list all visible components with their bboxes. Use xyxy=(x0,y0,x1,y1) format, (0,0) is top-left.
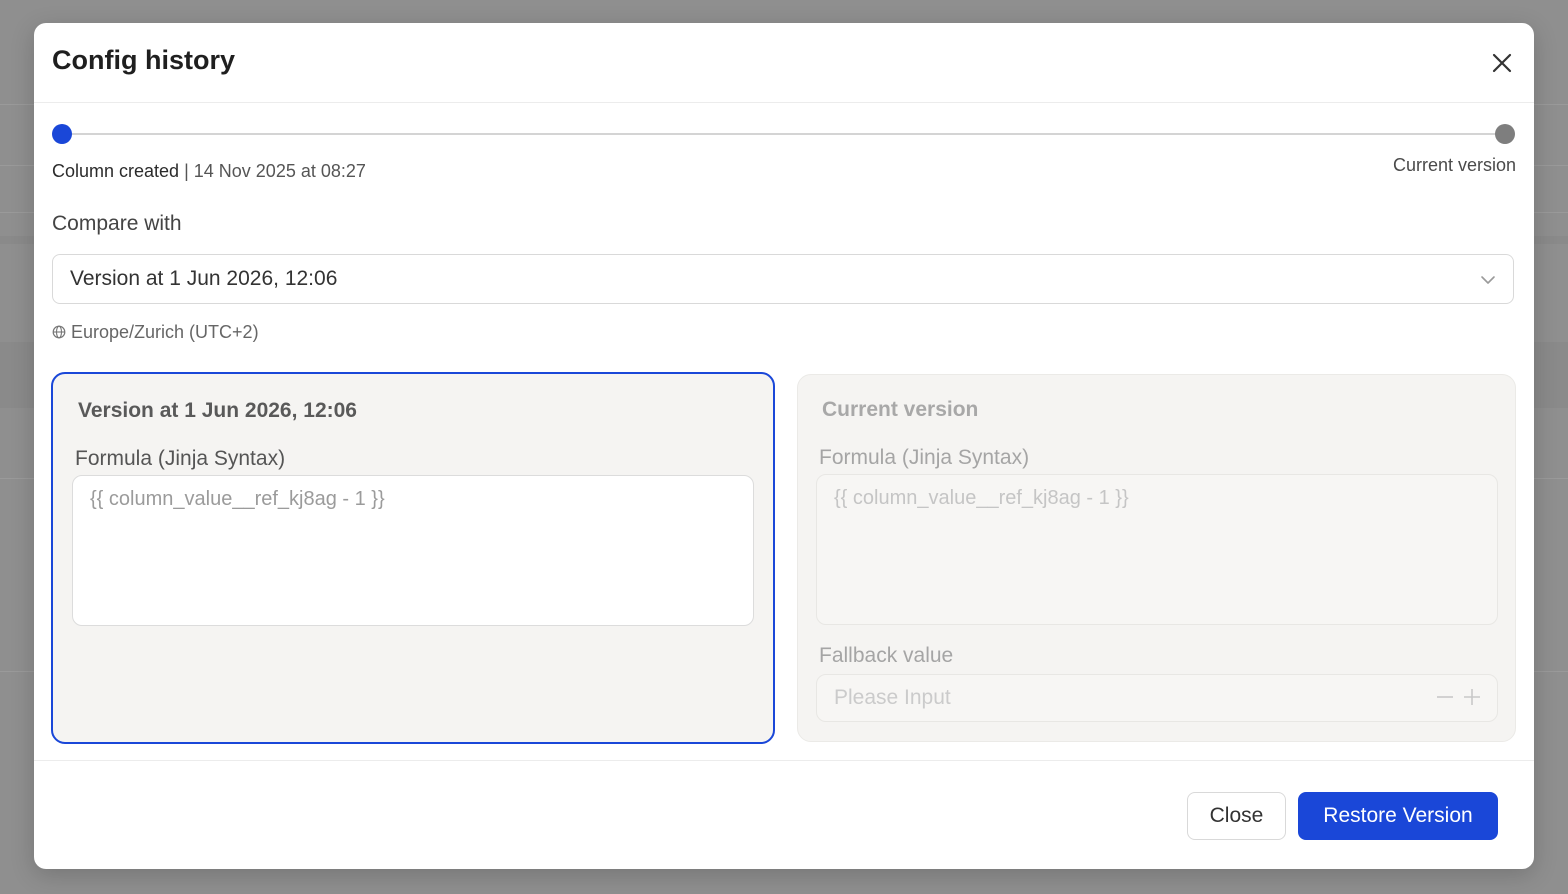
timeline-separator: | xyxy=(179,161,194,181)
globe-icon xyxy=(52,325,66,339)
minus-icon xyxy=(1437,696,1453,698)
selected-formula-field[interactable]: {{ column_value__ref_kj8ag - 1 }} xyxy=(72,475,754,626)
fallback-value-placeholder: Please Input xyxy=(834,686,951,709)
config-history-modal: Config history Column created | 14 Nov 2… xyxy=(34,23,1534,869)
timeline-point-column-created[interactable] xyxy=(52,124,72,144)
fallback-value-label: Fallback value xyxy=(819,644,954,667)
plus-icon xyxy=(1464,689,1480,705)
close-icon[interactable] xyxy=(1490,51,1514,75)
selected-version-panel[interactable]: Version at 1 Jun 2026, 12:06 Formula (Ji… xyxy=(51,372,775,744)
modal-header: Config history xyxy=(34,23,1534,103)
modal-title: Config history xyxy=(52,45,235,75)
close-button[interactable]: Close xyxy=(1187,792,1286,840)
current-version-panel: Current version Formula (Jinja Syntax) {… xyxy=(797,374,1516,742)
timeline-start-event: Column created xyxy=(52,161,180,181)
restore-version-button[interactable]: Restore Version xyxy=(1298,792,1498,840)
timeline-start-date: 14 Nov 2025 at 08:27 xyxy=(193,161,366,181)
chevron-down-icon xyxy=(1481,276,1495,284)
version-timeline-track[interactable] xyxy=(62,133,1506,135)
compare-version-selected: Version at 1 Jun 2026, 12:06 xyxy=(70,267,338,290)
timezone-text: Europe/Zurich (UTC+2) xyxy=(71,322,259,342)
fallback-value-input: Please Input xyxy=(816,674,1498,722)
compare-with-label: Compare with xyxy=(52,212,182,235)
timeline-end-label: Current version xyxy=(1392,155,1516,175)
compare-version-select[interactable]: Version at 1 Jun 2026, 12:06 xyxy=(52,254,1514,304)
timeline-start-caption: Column created | 14 Nov 2025 at 08:27 xyxy=(52,161,366,182)
current-version-title: Current version xyxy=(822,398,979,421)
selected-version-title: Version at 1 Jun 2026, 12:06 xyxy=(78,399,357,422)
modal-footer: Close Restore Version xyxy=(34,760,1534,869)
timeline-point-current-version[interactable] xyxy=(1495,124,1515,144)
current-formula-field: {{ column_value__ref_kj8ag - 1 }} xyxy=(816,474,1498,625)
current-formula-label: Formula (Jinja Syntax) xyxy=(819,446,1030,469)
timezone-info: Europe/Zurich (UTC+2) xyxy=(52,322,259,343)
selected-formula-label: Formula (Jinja Syntax) xyxy=(75,447,286,470)
